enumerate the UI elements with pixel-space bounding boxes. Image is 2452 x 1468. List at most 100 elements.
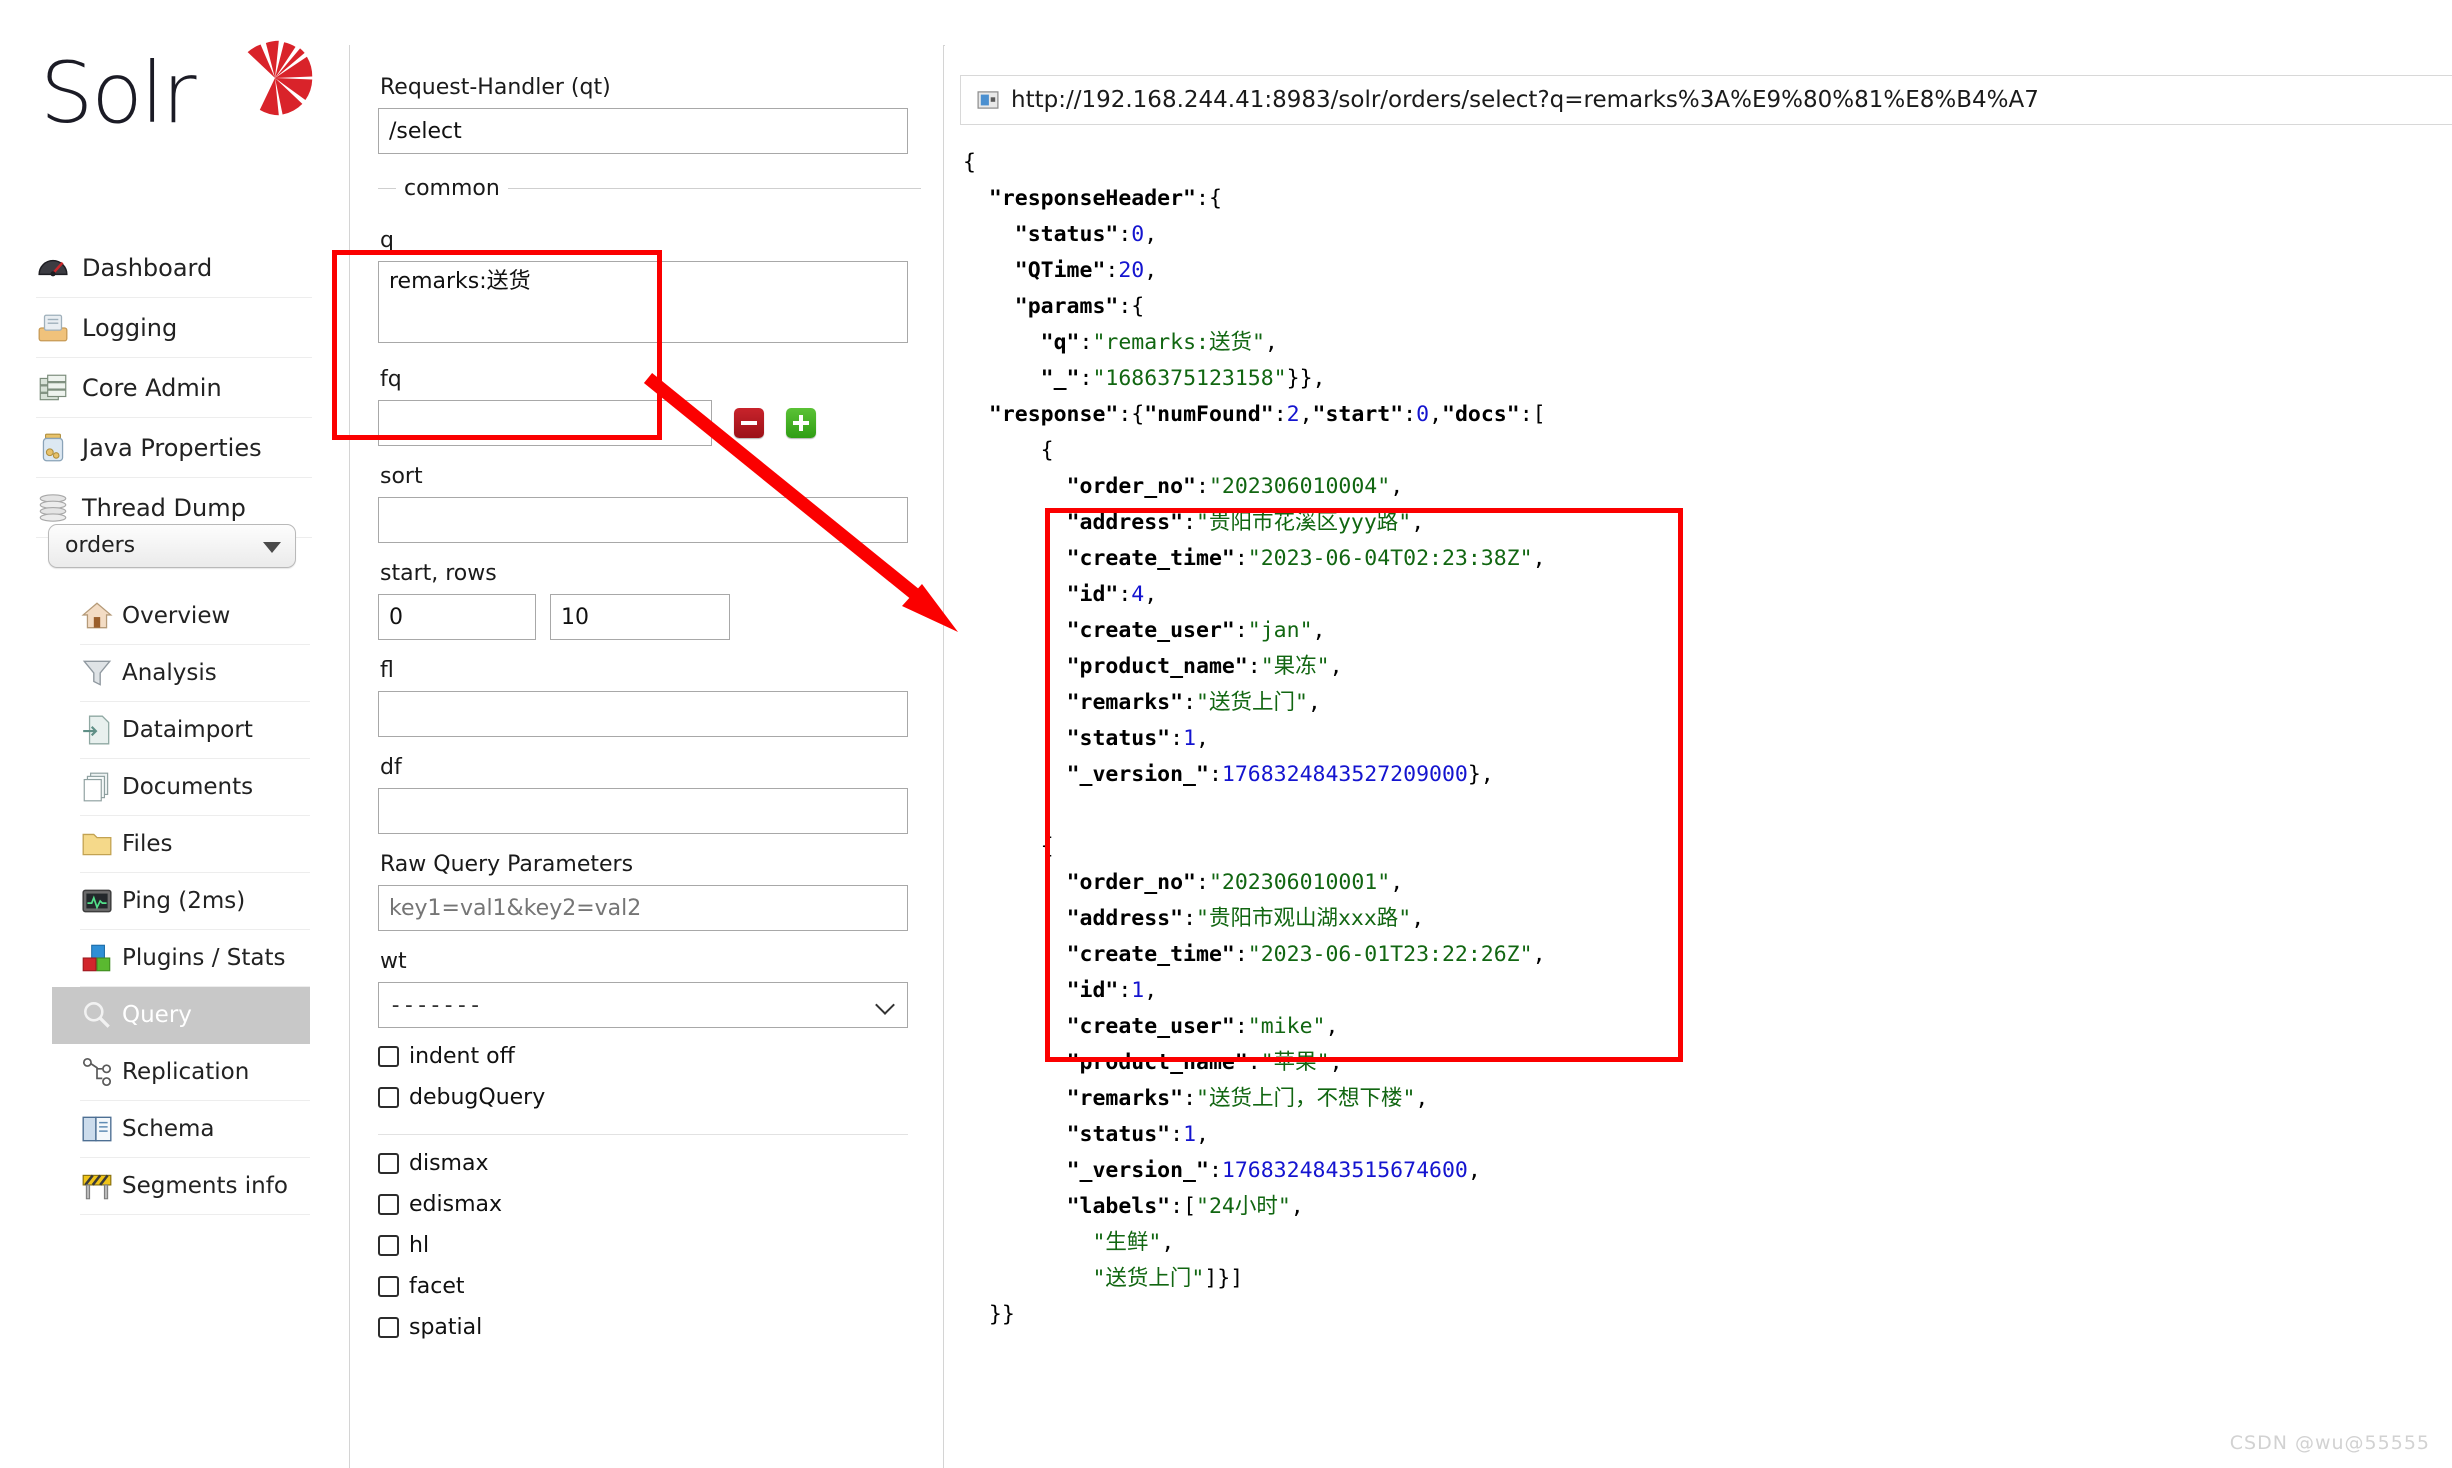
sidebar-item-label: Dataimport xyxy=(122,717,253,743)
sidebar-item-dashboard[interactable]: Dashboard xyxy=(36,238,312,298)
spatial-checkbox[interactable] xyxy=(378,1317,399,1338)
request-handler-label: Request-Handler (qt) xyxy=(380,75,611,100)
raw-query-parameters-input[interactable] xyxy=(378,885,908,931)
sidebar-item-label: Query xyxy=(122,1002,192,1028)
watermark: CSDN @wu@55555 xyxy=(2229,1432,2430,1454)
java-properties-jar-icon xyxy=(42,433,64,461)
q-input[interactable]: remarks:送货 xyxy=(378,261,908,343)
dismax-row[interactable]: dismax xyxy=(378,1151,921,1176)
spatial-row[interactable]: spatial xyxy=(378,1315,921,1340)
hl-row[interactable]: hl xyxy=(378,1233,921,1258)
dashboard-gauge-icon xyxy=(38,259,68,276)
result-url-text: http://192.168.244.41:8983/solr/orders/s… xyxy=(1011,87,2039,113)
sidebar-item-dataimport[interactable]: Dataimport xyxy=(80,702,310,759)
query-form-panel: Request-Handler (qt) common q remarks:送货… xyxy=(349,45,944,1468)
indent-off-row[interactable]: indent off xyxy=(378,1044,921,1069)
documents-icon xyxy=(83,772,109,802)
df-label: df xyxy=(380,755,402,780)
fq-input[interactable] xyxy=(378,400,712,446)
facet-row[interactable]: facet xyxy=(378,1274,921,1299)
sidebar-item-label: Segments info xyxy=(122,1173,288,1199)
funnel-icon xyxy=(82,660,112,686)
dismax-label: dismax xyxy=(409,1151,489,1176)
wt-select[interactable]: ------- xyxy=(378,982,908,1028)
solr-logo[interactable]: Solr xyxy=(40,40,313,145)
sidebar-item-plugins-stats[interactable]: Plugins / Stats xyxy=(80,930,310,987)
core-selector-value: orders xyxy=(65,533,136,558)
result-json-output: { "responseHeader":{ "status":0, "QTime"… xyxy=(963,150,1546,1327)
sidebar-item-ping[interactable]: Ping (2ms) xyxy=(80,873,310,930)
edismax-row[interactable]: edismax xyxy=(378,1192,921,1217)
facet-checkbox[interactable] xyxy=(378,1276,399,1297)
sidebar-item-label: Files xyxy=(122,831,173,857)
hl-checkbox[interactable] xyxy=(378,1235,399,1256)
folder-icon xyxy=(82,833,112,856)
home-icon xyxy=(81,602,113,629)
checkbox-divider xyxy=(378,1134,908,1135)
sidebar-item-label: Dashboard xyxy=(82,254,213,282)
solr-sunburst-logo-icon xyxy=(247,40,313,116)
result-panel: http://192.168.244.41:8983/solr/orders/s… xyxy=(945,45,2452,1468)
sidebar-item-label: Schema xyxy=(122,1116,215,1142)
sidebar-item-logging[interactable]: Logging xyxy=(36,298,312,358)
sidebar-item-label: Plugins / Stats xyxy=(122,945,286,971)
wt-label: wt xyxy=(380,949,407,974)
schema-book-icon xyxy=(82,1116,112,1142)
rows-input[interactable] xyxy=(550,594,730,640)
sidebar: Solr Dashboard Logging Core Admin Java P… xyxy=(0,0,348,1468)
sort-label: sort xyxy=(380,464,423,489)
hl-label: hl xyxy=(409,1233,430,1258)
sidebar-item-segments-info[interactable]: Segments info xyxy=(80,1158,310,1215)
sidebar-item-replication[interactable]: Replication xyxy=(80,1044,310,1101)
df-input[interactable] xyxy=(378,788,908,834)
sidebar-item-analysis[interactable]: Analysis xyxy=(80,645,310,702)
plugins-blocks-icon xyxy=(82,944,111,972)
segments-barrier-icon xyxy=(82,1174,112,1200)
raw-query-parameters-label: Raw Query Parameters xyxy=(380,852,634,877)
logging-tray-icon xyxy=(38,314,68,341)
sidebar-core-nav: Overview Analysis Dataimport Documents F… xyxy=(52,588,310,1215)
sidebar-item-label: Replication xyxy=(122,1059,250,1085)
spatial-label: spatial xyxy=(409,1315,483,1340)
q-label: q xyxy=(380,228,394,253)
sidebar-item-overview[interactable]: Overview xyxy=(80,588,310,645)
request-handler-input[interactable] xyxy=(378,108,908,154)
sidebar-item-core-admin[interactable]: Core Admin xyxy=(36,358,312,418)
sidebar-item-label: Documents xyxy=(122,774,254,800)
start-rows-label: start, rows xyxy=(380,561,497,586)
facet-label: facet xyxy=(409,1274,465,1299)
fq-add-button[interactable] xyxy=(786,408,816,438)
external-link-icon xyxy=(977,91,999,109)
edismax-checkbox[interactable] xyxy=(378,1194,399,1215)
indent-off-checkbox[interactable] xyxy=(378,1046,399,1067)
result-url-bar[interactable]: http://192.168.244.41:8983/solr/orders/s… xyxy=(960,75,2452,125)
sidebar-item-schema[interactable]: Schema xyxy=(80,1101,310,1158)
indent-off-label: indent off xyxy=(409,1044,515,1069)
sort-input[interactable] xyxy=(378,497,908,543)
sidebar-item-query[interactable]: Query xyxy=(52,987,310,1044)
core-selector-dropdown[interactable]: orders xyxy=(48,524,296,568)
core-admin-database-icon xyxy=(39,374,67,400)
fq-remove-button[interactable] xyxy=(734,408,764,438)
fl-input[interactable] xyxy=(378,691,908,737)
solr-wordmark: Solr xyxy=(40,44,197,142)
debug-query-checkbox[interactable] xyxy=(378,1087,399,1108)
sidebar-item-label: Thread Dump xyxy=(82,494,246,522)
sidebar-item-java-properties[interactable]: Java Properties xyxy=(36,418,312,478)
dataimport-icon xyxy=(83,715,110,745)
sidebar-item-files[interactable]: Files xyxy=(80,816,310,873)
fl-label: fl xyxy=(380,658,394,683)
sidebar-item-label: Logging xyxy=(82,314,178,342)
ping-monitor-icon xyxy=(82,889,112,913)
sidebar-item-label: Analysis xyxy=(122,660,217,686)
sidebar-top-nav: Dashboard Logging Core Admin Java Proper… xyxy=(36,238,312,538)
magnifier-icon xyxy=(84,1002,110,1028)
debug-query-row[interactable]: debugQuery xyxy=(378,1085,921,1110)
start-input[interactable] xyxy=(378,594,536,640)
sidebar-item-label: Ping (2ms) xyxy=(122,888,246,914)
sidebar-item-documents[interactable]: Documents xyxy=(80,759,310,816)
common-fieldset-legend: common xyxy=(378,176,921,210)
thread-dump-stack-icon xyxy=(39,493,67,522)
debug-query-label: debugQuery xyxy=(409,1085,546,1110)
dismax-checkbox[interactable] xyxy=(378,1153,399,1174)
